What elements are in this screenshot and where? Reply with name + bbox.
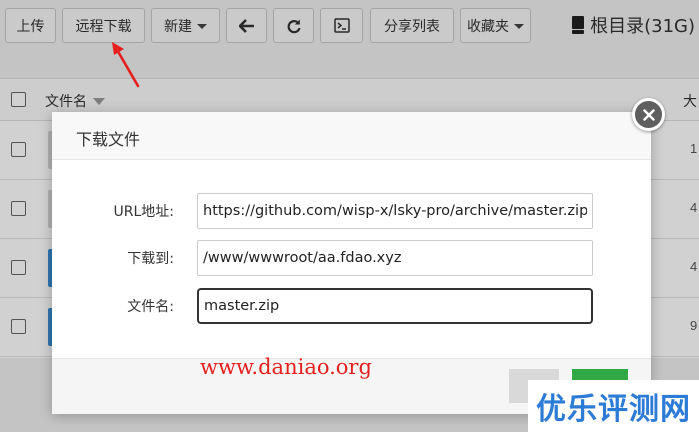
watermark-logo: 优乐评测网 — [528, 380, 699, 432]
dialog-close-button[interactable] — [632, 98, 665, 131]
annotation-arrow-icon — [112, 42, 140, 88]
dialog-title: 下载文件 — [76, 130, 141, 149]
destination-input[interactable] — [197, 240, 593, 276]
url-label: URL地址: — [113, 204, 175, 220]
watermark-url: www.daniao.org — [200, 355, 372, 379]
watermark-logo-text: 优乐评测网 — [536, 392, 691, 427]
filename-label: 文件名: — [127, 299, 174, 315]
close-icon — [642, 108, 655, 121]
filename-input[interactable] — [197, 288, 593, 324]
destination-label: 下载到: — [127, 251, 174, 267]
url-input[interactable] — [197, 193, 593, 229]
dialog-header: 下载文件 — [52, 112, 651, 160]
